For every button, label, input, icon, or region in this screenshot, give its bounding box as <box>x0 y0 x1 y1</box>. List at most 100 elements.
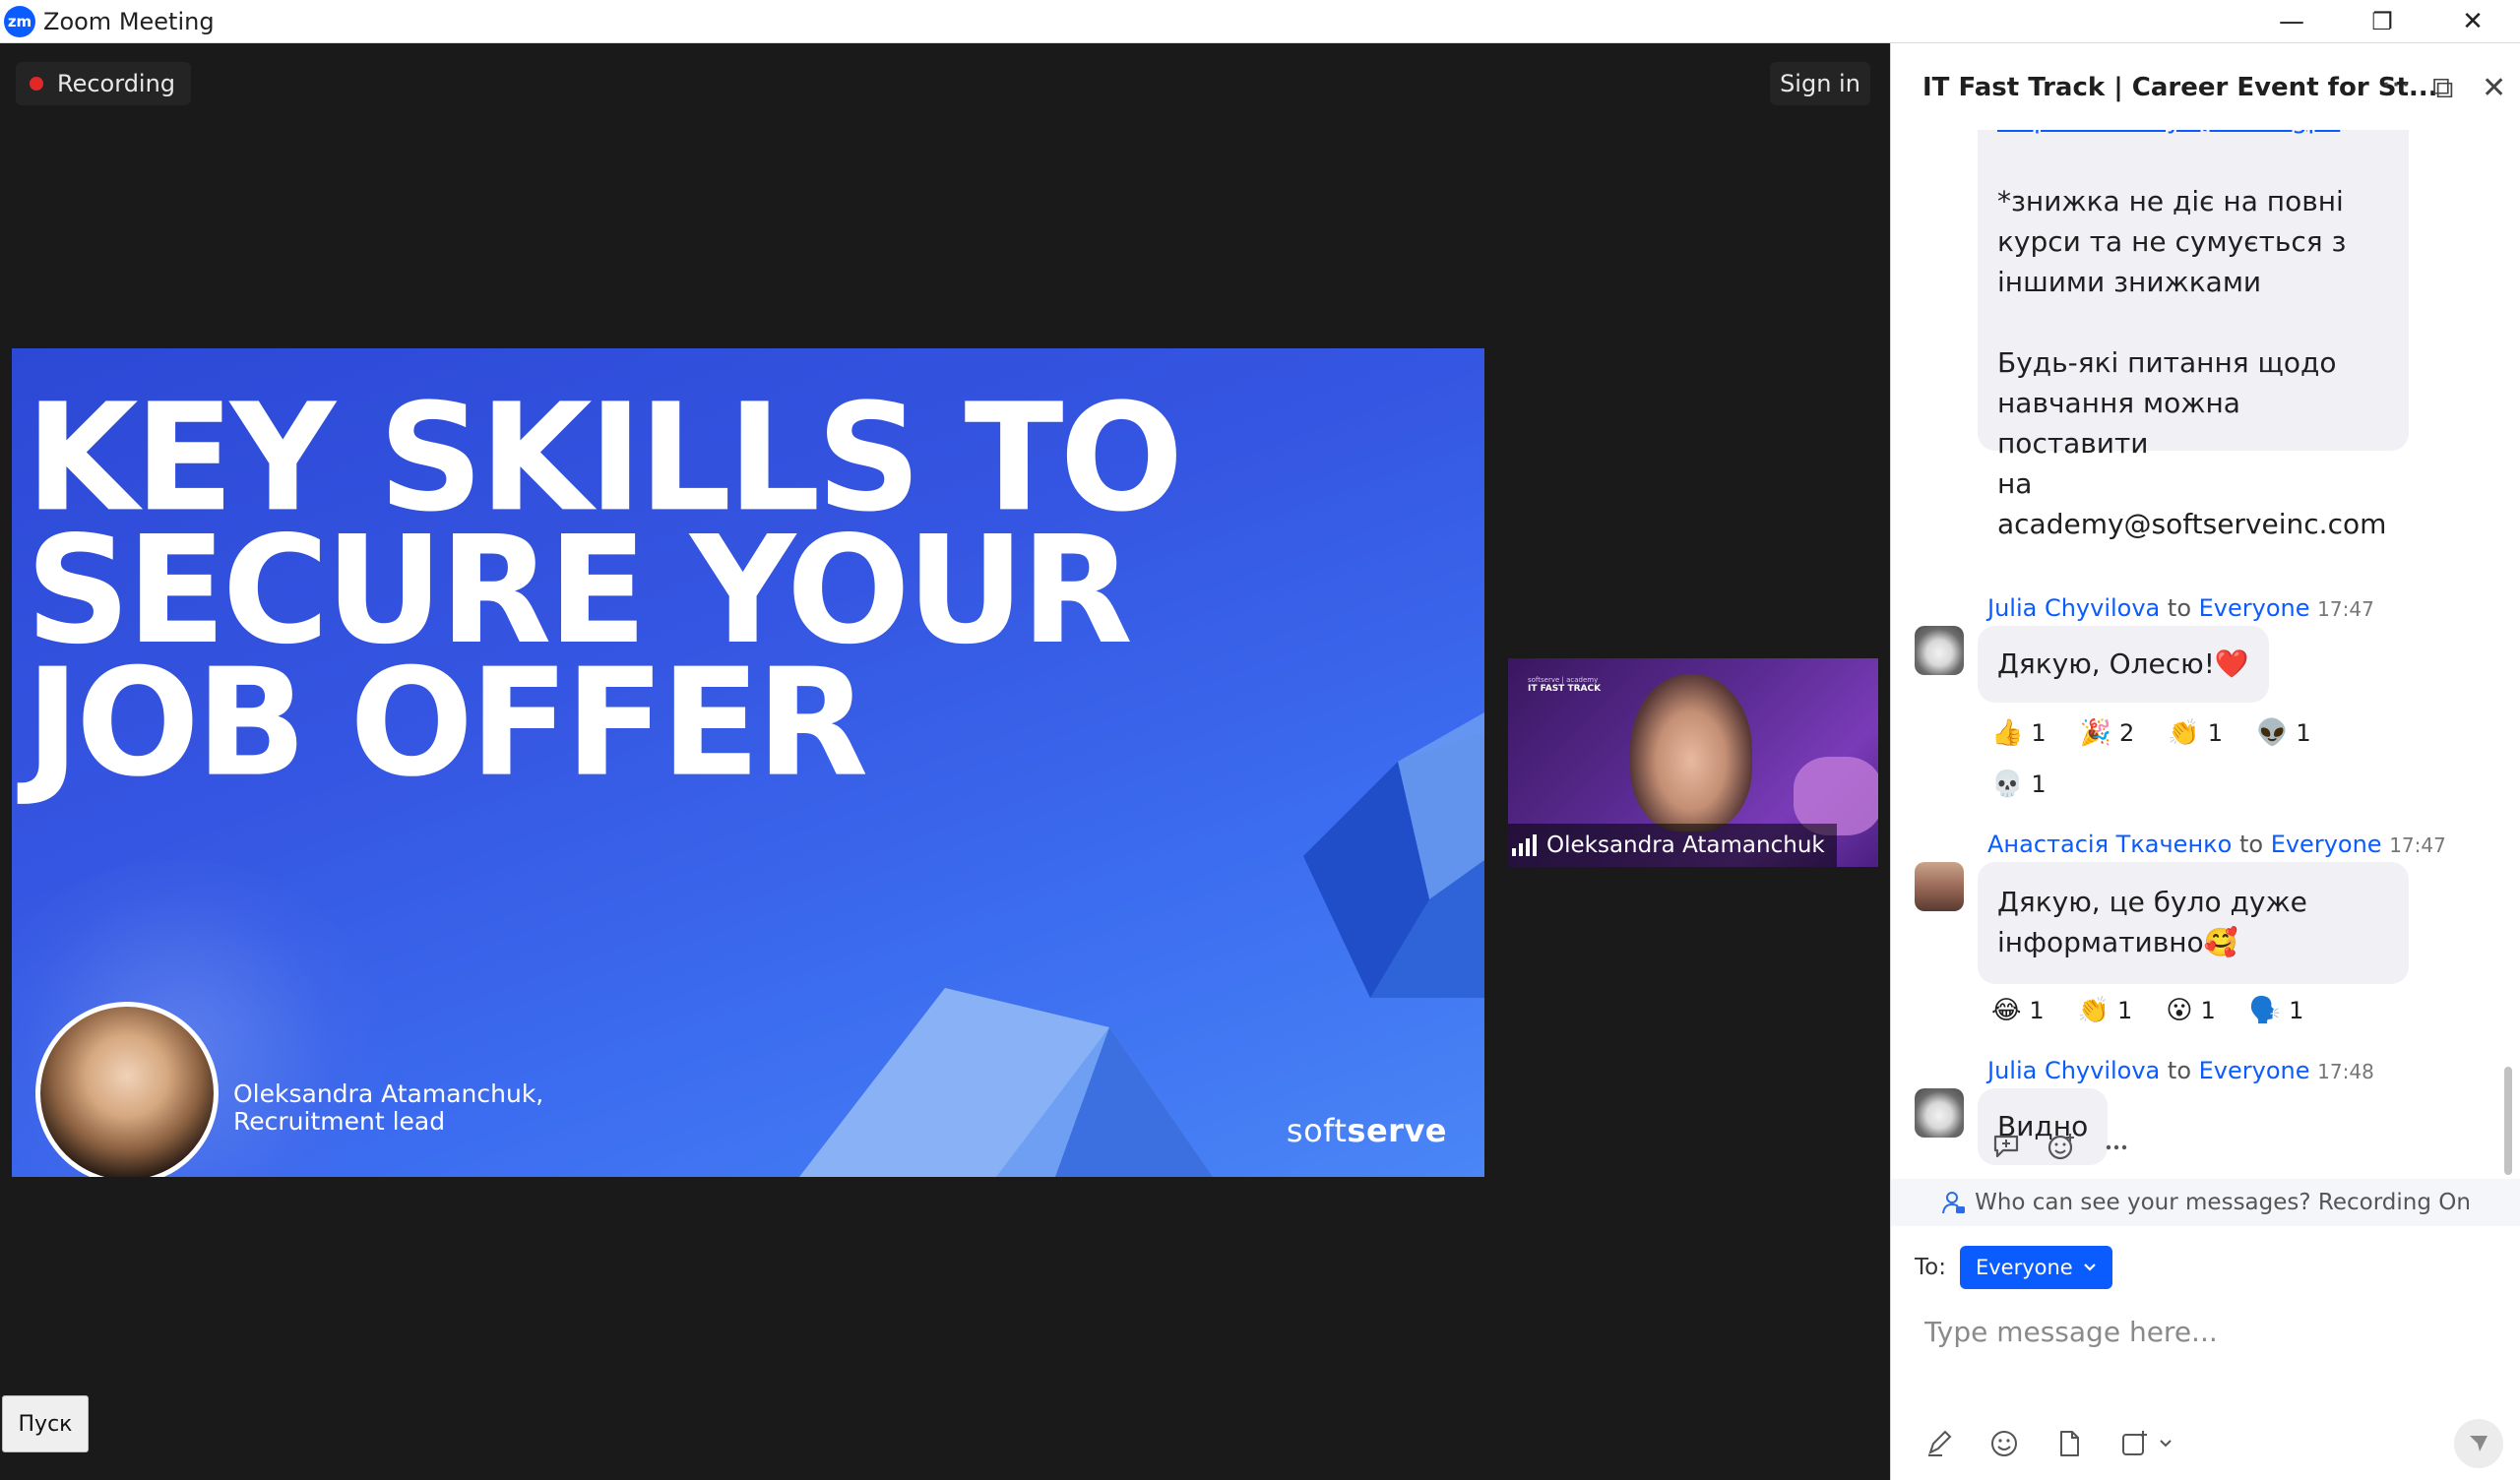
more-actions-icon[interactable] <box>2102 1132 2131 1161</box>
reaction-chip[interactable]: 😂 1 <box>1991 996 2045 1025</box>
chevron-down-icon[interactable] <box>2159 1439 2173 1449</box>
shared-screen-slide: KEY SKILLS TO SECURE YOUR JOB OFFER Olek… <box>12 348 1484 1177</box>
chat-scrollbar[interactable] <box>2504 1067 2512 1175</box>
meeting-stage: Recording Sign in KEY SKILLS TO SECURE Y… <box>0 43 1890 1480</box>
reaction-chip[interactable]: 👏 1 <box>2168 718 2223 748</box>
speaker-photo-image <box>40 1007 214 1177</box>
logo-part: soft <box>1286 1112 1348 1149</box>
close-chat-icon[interactable]: ✕ <box>2482 71 2506 105</box>
participant-namebar: Oleksandra Atamanchuk <box>1508 824 1837 867</box>
skull-emoji: 💀 <box>1991 770 2024 799</box>
to-word: to <box>2167 594 2191 622</box>
clapping-emoji: 👏 <box>2168 718 2200 748</box>
video-brand-small: softserve | academy <box>1528 676 1599 684</box>
privacy-notice[interactable]: Who can see your messages? Recording On <box>1891 1179 2520 1226</box>
sender-name[interactable]: Julia Chyvilova <box>1987 1057 2160 1084</box>
message-line: курси та не сумується з <box>1997 225 2347 258</box>
chat-bubble: Дякую, Олесю!❤️ <box>1978 626 2269 703</box>
reply-thread-icon[interactable] <box>1991 1132 2021 1161</box>
recipient-value: Everyone <box>1975 1256 2073 1279</box>
reaction-chip[interactable]: 🎉 2 <box>2080 718 2135 748</box>
message-line: *знижка не діє на повні <box>1997 185 2344 217</box>
participant-face <box>1630 674 1752 832</box>
participant-name: Oleksandra Atamanchuk <box>1546 832 1825 858</box>
person-lock-icon <box>1942 1192 1966 1214</box>
message-line: academy@softserveinc.com <box>1997 508 2387 540</box>
surprised-emoji: 😮 <box>2166 996 2193 1025</box>
message-time: 17:47 <box>2389 833 2446 857</box>
to-label: To: <box>1915 1255 1946 1280</box>
zoom-logo-icon: zm <box>4 5 35 37</box>
sender-avatar <box>1915 862 1964 911</box>
close-window-button[interactable]: ✕ <box>2427 0 2518 43</box>
message-line: інформативно🥰 <box>1997 926 2238 958</box>
sign-in-button[interactable]: Sign in <box>1770 62 1870 105</box>
speaker-role: Recruitment lead <box>233 1107 446 1136</box>
restore-button[interactable]: ❐ <box>2337 0 2427 43</box>
reactions-row: 👍 1 🎉 2 👏 1 👽 1 <box>1991 718 2311 748</box>
more-options-icon[interactable]: ⋯ <box>2381 67 2411 101</box>
recording-label: Recording <box>57 70 176 97</box>
party-popper-emoji: 🎉 <box>2079 718 2112 748</box>
format-text-icon[interactable] <box>1924 1429 1954 1458</box>
sender-name[interactable]: Julia Chyvilova <box>1987 594 2160 622</box>
laughing-emoji: 😂 <box>1991 996 2022 1025</box>
reaction-chip[interactable]: 💀 1 <box>1991 770 2047 799</box>
screenshot-icon[interactable] <box>2119 1429 2149 1458</box>
message-time: 17:48 <box>2317 1060 2374 1083</box>
chat-bubble: https://hubs.ly/Q02LNvgp0 *знижка не діє… <box>1978 130 2409 540</box>
recipient-name: Everyone <box>2270 831 2382 858</box>
alien-emoji: 👽 <box>2255 718 2289 748</box>
reaction-count: 2 <box>2119 719 2135 747</box>
reaction-count: 1 <box>2207 719 2223 747</box>
start-button[interactable]: Пуск <box>2 1395 89 1452</box>
popout-chat-icon[interactable]: ⧉ <box>2432 71 2453 105</box>
chat-bubble: Дякую, це було дуже інформативно🥰 <box>1978 862 2409 984</box>
speaking-head-emoji: 🗣️ <box>2248 996 2282 1025</box>
send-button[interactable] <box>2454 1419 2503 1468</box>
window-title-bar: zm Zoom Meeting — ❐ ✕ <box>0 0 2520 43</box>
chevron-down-icon <box>2083 1264 2096 1271</box>
reaction-chip[interactable]: 🗣️ 1 <box>2249 996 2304 1025</box>
speaker-caption: Oleksandra Atamanchuk, Recruitment lead <box>233 1080 543 1136</box>
connection-signal-icon <box>1512 834 1537 856</box>
reaction-chip[interactable]: 👏 1 <box>2078 996 2133 1025</box>
clapping-emoji: 👏 <box>2077 996 2110 1025</box>
reaction-chip[interactable]: 👍 1 <box>1991 718 2047 748</box>
reaction-count: 1 <box>2029 997 2045 1024</box>
message-input[interactable] <box>1924 1307 2476 1356</box>
minimize-button[interactable]: — <box>2246 0 2337 43</box>
sender-avatar <box>1915 626 1964 675</box>
recording-indicator[interactable]: Recording <box>16 62 192 105</box>
reaction-chip[interactable]: 😮 1 <box>2166 996 2215 1025</box>
file-icon[interactable] <box>2054 1429 2084 1458</box>
reaction-chip[interactable]: 👽 1 <box>2256 718 2311 748</box>
window-title: Zoom Meeting <box>43 7 215 35</box>
screenshot-menu[interactable] <box>2119 1429 2173 1458</box>
sender-name[interactable]: Анастасія Ткаченко <box>1987 831 2232 858</box>
chat-link[interactable]: https://hubs.ly/Q02LNvgp0 <box>1997 130 2389 141</box>
reaction-count: 1 <box>2200 997 2216 1024</box>
chat-title: IT Fast Track | Career Event for St... <box>1922 73 2438 102</box>
to-word: to <box>2238 831 2264 858</box>
chat-messages[interactable]: https://hubs.ly/Q02LNvgp0 *знижка не діє… <box>1891 130 2520 1179</box>
logo-part: serve <box>1347 1112 1447 1149</box>
privacy-text: Who can see your messages? Recording On <box>1975 1190 2471 1215</box>
sender-avatar <box>1915 1088 1964 1138</box>
participant-video[interactable]: softserve | academy IT FAST TRACK Oleksa… <box>1508 658 1878 867</box>
reaction-count: 1 <box>2031 771 2047 798</box>
chat-panel: IT Fast Track | Career Event for St... ⋯… <box>1890 43 2520 1480</box>
message-meta: Julia Chyvilova to Everyone 17:48 <box>1987 1057 2374 1084</box>
reactions-row: 😂 1 👏 1 😮 1 🗣️ 1 <box>1991 996 2303 1025</box>
recipient-row: To: Everyone <box>1915 1246 2112 1289</box>
recipient-dropdown[interactable]: Everyone <box>1959 1246 2112 1289</box>
message-line: на <box>1997 467 2033 500</box>
add-reaction-icon[interactable] <box>2047 1132 2076 1161</box>
thumbs-up-emoji: 👍 <box>1991 718 2024 748</box>
emoji-icon[interactable] <box>1989 1429 2019 1458</box>
speaker-name: Oleksandra Atamanchuk, <box>233 1079 544 1108</box>
reactions-row: 💀 1 <box>1991 770 2047 799</box>
message-actions <box>1991 1132 2131 1161</box>
chat-header: IT Fast Track | Career Event for St... ⋯… <box>1891 43 2520 130</box>
reaction-count: 1 <box>2296 719 2311 747</box>
